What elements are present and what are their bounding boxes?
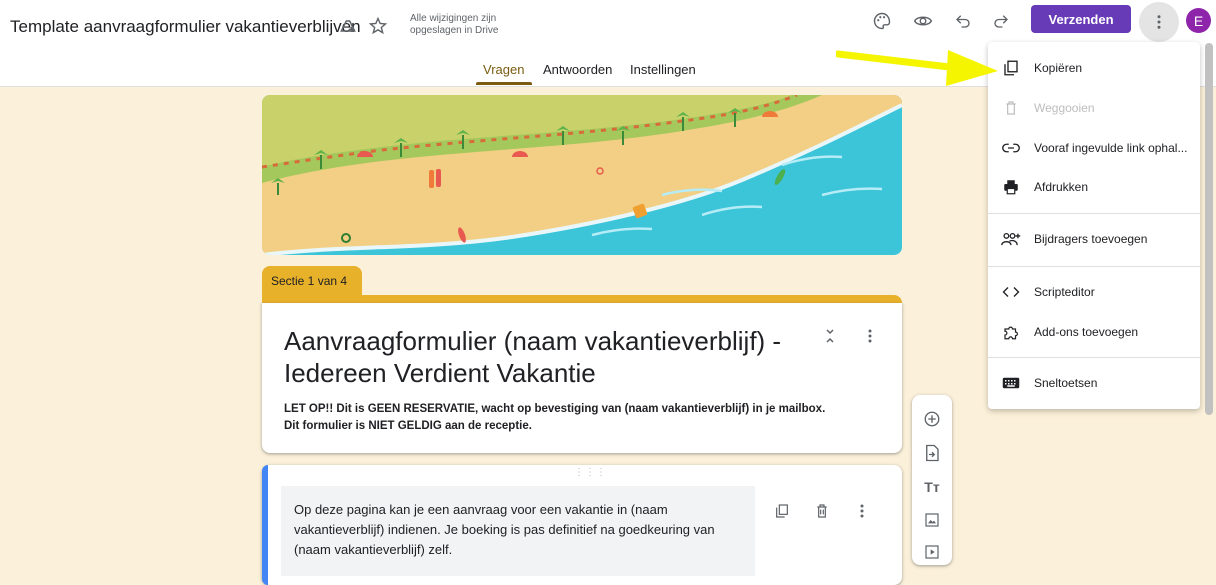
tab-instellingen[interactable]: Instellingen: [630, 62, 696, 77]
more-options-button[interactable]: [1139, 2, 1179, 42]
menu-item-label: Scripteditor: [1034, 285, 1095, 299]
keyboard-icon: [988, 376, 1034, 390]
drag-handle-icon[interactable]: ⋮⋮⋮: [574, 467, 607, 478]
menu-item-add-collaborators[interactable]: Bijdragers toevoegen: [988, 219, 1200, 259]
menu-item-label: Add-ons toevoegen: [1034, 325, 1139, 339]
question-text-field[interactable]: Op deze pagina kan je een aanvraag voor …: [281, 486, 755, 576]
form-title-card[interactable]: Aanvraagformulier (naam vakantieverblijf…: [262, 303, 902, 453]
save-status: Alle wijzigingen zijn opgeslagen in Driv…: [410, 13, 498, 37]
import-questions-icon[interactable]: [922, 443, 942, 463]
add-video-icon[interactable]: [922, 542, 942, 562]
form-description-line-1: LET OP!! Dit is GEEN RESERVATIE, wacht o…: [284, 403, 826, 415]
form-description-line-2: Dit formulier is NIET GELDIG aan de rece…: [284, 420, 532, 432]
menu-divider: [988, 266, 1200, 267]
save-status-line-2: opgeslagen in Drive: [410, 25, 499, 36]
menu-item-print[interactable]: Afdrukken: [988, 167, 1200, 207]
collapse-section-icon[interactable]: [822, 327, 838, 345]
tab-vragen[interactable]: Vragen: [483, 62, 524, 77]
page-scrollbar[interactable]: [1205, 43, 1213, 415]
menu-item-label: Afdrukken: [1034, 180, 1089, 194]
more-options-menu: Kopiëren Weggooien Vooraf ingevulde link…: [988, 42, 1200, 409]
annotation-arrow-icon: [836, 50, 998, 86]
active-card-indicator: [262, 465, 268, 585]
delete-icon[interactable]: [812, 501, 832, 521]
add-title-icon[interactable]: Tт: [922, 477, 942, 497]
star-icon[interactable]: [367, 15, 389, 37]
more-vert-icon: [1157, 15, 1161, 29]
section-more-icon[interactable]: [862, 327, 878, 345]
menu-item-addons[interactable]: Add-ons toevoegen: [988, 312, 1200, 352]
code-icon: [988, 285, 1034, 299]
floating-toolbar: Tт: [912, 395, 952, 565]
active-tab-indicator: [476, 82, 532, 85]
question-text: Op deze pagina kan je een aanvraag voor …: [294, 502, 715, 557]
menu-item-trash: Weggooien: [988, 88, 1200, 128]
form-description[interactable]: LET OP!! Dit is GEEN RESERVATIE, wacht o…: [284, 401, 884, 435]
menu-item-prefilled-link[interactable]: Vooraf ingevulde link ophal...: [988, 128, 1200, 168]
duplicate-icon[interactable]: [772, 501, 792, 521]
menu-item-label: Kopiëren: [1034, 61, 1083, 75]
add-people-icon: [988, 231, 1034, 247]
link-icon: [988, 141, 1034, 155]
document-title[interactable]: Template aanvraagformulier vakantieverbl…: [10, 17, 361, 37]
section-indicator: Sectie 1 van 4: [262, 266, 362, 296]
menu-item-shortcuts[interactable]: Sneltoetsen: [988, 363, 1200, 403]
menu-item-label: Weggooien: [1034, 101, 1095, 115]
menu-item-label: Bijdragers toevoegen: [1034, 232, 1148, 246]
print-icon: [988, 178, 1034, 196]
menu-divider: [988, 213, 1200, 214]
add-image-icon[interactable]: [922, 510, 942, 530]
undo-icon[interactable]: [951, 9, 975, 33]
move-to-folder-icon[interactable]: [337, 15, 359, 37]
palette-icon[interactable]: [870, 9, 894, 33]
menu-item-label: Vooraf ingevulde link ophal...: [1034, 141, 1188, 155]
header-image: [262, 95, 902, 255]
form-title[interactable]: Aanvraagformulier (naam vakantieverblijf…: [284, 325, 804, 389]
account-avatar[interactable]: E: [1186, 8, 1211, 33]
puzzle-icon: [988, 323, 1034, 341]
tab-antwoorden[interactable]: Antwoorden: [543, 62, 612, 77]
send-button[interactable]: Verzenden: [1031, 5, 1131, 33]
menu-item-label: Sneltoetsen: [1034, 376, 1098, 390]
eye-preview-icon[interactable]: [911, 9, 935, 33]
trash-icon: [988, 100, 1034, 116]
menu-item-copy[interactable]: Kopiëren: [988, 48, 1200, 88]
redo-icon[interactable]: [989, 9, 1013, 33]
menu-divider: [988, 357, 1200, 358]
save-status-line-1: Alle wijzigingen zijn: [410, 13, 497, 24]
menu-item-script-editor[interactable]: Scripteditor: [988, 272, 1200, 312]
question-card[interactable]: ⋮⋮⋮ Op deze pagina kan je een aanvraag v…: [262, 465, 902, 585]
add-question-icon[interactable]: [922, 409, 942, 429]
question-more-icon[interactable]: [852, 501, 872, 521]
